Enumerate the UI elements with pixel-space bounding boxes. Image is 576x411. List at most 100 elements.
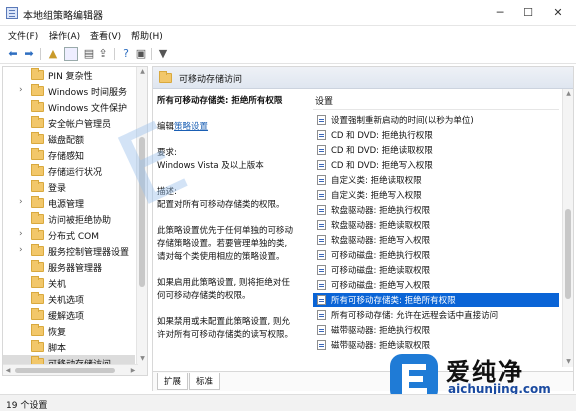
scroll-down-icon[interactable]: ▼ [137, 354, 147, 364]
folder-icon [31, 180, 44, 192]
header-divider [313, 109, 559, 110]
tree-item[interactable]: Windows 文件保护 [3, 99, 135, 115]
tree-item[interactable]: › 分布式 COM [3, 227, 135, 243]
settings-vertical-scrollbar[interactable]: ▲ ▼ [562, 89, 573, 367]
tree-item[interactable]: 恢复 [3, 323, 135, 339]
tree-item-label: 服务器管理器 [48, 264, 103, 274]
setting-label: 可移动磁盘: 拒绝写入权限 [331, 281, 431, 291]
up-folder-icon[interactable]: ▲ [46, 47, 60, 61]
setting-row[interactable]: 可移动磁盘: 拒绝写入权限 [313, 278, 559, 292]
setting-label: 可移动磁盘: 拒绝读取权限 [331, 266, 431, 276]
tree-item[interactable]: 缓解选项 [3, 307, 135, 323]
setting-label: 软盘驱动器: 拒绝执行权限 [331, 206, 431, 216]
filter-icon[interactable]: ▼ [156, 47, 170, 61]
setting-row[interactable]: 软盘驱动器: 拒绝读取权限 [313, 218, 559, 232]
scroll-thumb[interactable] [565, 209, 571, 299]
setting-label: 软盘驱动器: 拒绝读取权限 [331, 221, 431, 231]
scroll-right-icon[interactable]: ▶ [128, 365, 138, 375]
scroll-up-icon[interactable]: ▲ [563, 89, 573, 99]
back-icon[interactable]: ⬅ [6, 47, 20, 61]
setting-row[interactable]: 设置强制重新启动的时间(以秒为单位) [313, 113, 559, 127]
setting-row[interactable]: 磁带驱动器: 拒绝执行权限 [313, 323, 559, 337]
policy-tree: PIN 复杂性 › Windows 时间服务 Windows 文件保护 安全帐户管理员磁… [2, 66, 148, 376]
close-button[interactable]: ✕ [544, 3, 572, 23]
description-line: 如果禁用或未配置此策略设置, 则允 [157, 317, 290, 327]
policy-setting-icon [317, 325, 326, 335]
policy-setting-icon [317, 220, 326, 230]
menu-action[interactable]: 操作(A) [49, 29, 80, 42]
tree-item[interactable]: › Windows 时间服务 [3, 83, 135, 99]
tree-item-label: 分布式 COM [48, 232, 99, 242]
export-list-icon[interactable]: ⇪ [96, 47, 110, 61]
tree-item[interactable]: PIN 复杂性 [3, 67, 135, 83]
properties-icon[interactable]: ▤ [82, 47, 96, 61]
menu-help[interactable]: 帮助(H) [131, 29, 163, 42]
folder-icon [31, 100, 44, 112]
policy-setting-icon [317, 295, 326, 305]
setting-row[interactable]: CD 和 DVD: 拒绝读取权限 [313, 143, 559, 157]
description-line: 请对每个类使用相应的策略设置。 [157, 252, 285, 262]
setting-row[interactable]: 所有可移动存储类: 拒绝所有权限 [313, 293, 559, 307]
setting-label: CD 和 DVD: 拒绝执行权限 [331, 131, 433, 141]
tree-item[interactable]: 脚本 [3, 339, 135, 355]
policy-setting-icon [317, 115, 326, 125]
status-bar: 19 个设置 [0, 394, 576, 411]
edit-policy-link[interactable]: 策略设置 [174, 122, 208, 132]
description-line: 存储策略设置。若要管理单独的类, [157, 239, 288, 249]
policy-setting-icon [317, 160, 326, 170]
show-tree-icon[interactable] [64, 47, 78, 61]
setting-label: 可移动磁盘: 拒绝执行权限 [331, 251, 431, 261]
policy-setting-icon [317, 145, 326, 155]
setting-row[interactable]: 可移动磁盘: 拒绝执行权限 [313, 248, 559, 262]
console-icon[interactable]: ▣ [134, 47, 148, 61]
help-icon[interactable]: ? [119, 47, 133, 61]
tree-item[interactable]: 登录 [3, 179, 135, 195]
folder-icon [31, 260, 44, 272]
tab-standard[interactable]: 标准 [189, 373, 221, 390]
folder-icon [31, 84, 44, 96]
tree-item[interactable]: 服务器管理器 [3, 259, 135, 275]
tree-item-label: 关机选项 [48, 296, 85, 306]
toolbar-separator [40, 48, 41, 60]
folder-icon [31, 292, 44, 304]
expand-chevron-icon[interactable]: › [19, 245, 23, 255]
setting-row[interactable]: 所有可移动存储: 允许在远程会话中直接访问 [313, 308, 559, 322]
tree-item-label: Windows 文件保护 [48, 104, 128, 114]
expand-chevron-icon[interactable]: › [19, 197, 23, 207]
folder-icon [31, 324, 44, 336]
tree-item-label: 关机 [48, 280, 67, 290]
tree-item[interactable]: 访问被拒绝协助 [3, 211, 135, 227]
forward-icon[interactable]: ➡ [22, 47, 36, 61]
tree-item[interactable]: › 服务控制管理器设置 [3, 243, 135, 259]
setting-row[interactable]: 自定义类: 拒绝写入权限 [313, 188, 559, 202]
scroll-up-icon[interactable]: ▲ [137, 67, 147, 77]
status-text: 19 个设置 [6, 401, 48, 411]
menu-file[interactable]: 文件(F) [8, 29, 38, 42]
setting-row[interactable]: 自定义类: 拒绝读取权限 [313, 173, 559, 187]
setting-row[interactable]: CD 和 DVD: 拒绝执行权限 [313, 128, 559, 142]
setting-row[interactable]: CD 和 DVD: 拒绝写入权限 [313, 158, 559, 172]
tree-horizontal-scrollbar[interactable]: ◀ ▶ [3, 364, 138, 375]
scroll-left-icon[interactable]: ◀ [3, 365, 13, 375]
policy-setting-icon [317, 190, 326, 200]
minimize-button[interactable]: ─ [486, 3, 514, 23]
folder-icon [31, 228, 44, 240]
menu-view[interactable]: 查看(V) [90, 29, 121, 42]
expand-chevron-icon[interactable]: › [19, 229, 23, 239]
toolbar: ⬅ ➡ ▲ ▤ ⇪ ? ▣ ▼ [0, 44, 576, 64]
scroll-thumb[interactable] [15, 368, 115, 373]
tree-item[interactable]: 关机 [3, 275, 135, 291]
tree-item-label: 登录 [48, 184, 67, 194]
setting-row[interactable]: 软盘驱动器: 拒绝执行权限 [313, 203, 559, 217]
setting-row[interactable]: 软盘驱动器: 拒绝写入权限 [313, 233, 559, 247]
expand-chevron-icon[interactable]: › [19, 85, 23, 95]
tree-item[interactable]: › 电源管理 [3, 195, 135, 211]
settings-column-header[interactable]: 设置 [315, 94, 333, 107]
tree-item-label: 服务控制管理器设置 [48, 248, 130, 258]
tab-extended[interactable]: 扩展 [157, 373, 189, 390]
policy-setting-icon [317, 205, 326, 215]
tree-item[interactable]: 关机选项 [3, 291, 135, 307]
setting-row[interactable]: 可移动磁盘: 拒绝读取权限 [313, 263, 559, 277]
folder-icon [31, 132, 44, 144]
maximize-button[interactable]: ☐ [514, 3, 542, 23]
